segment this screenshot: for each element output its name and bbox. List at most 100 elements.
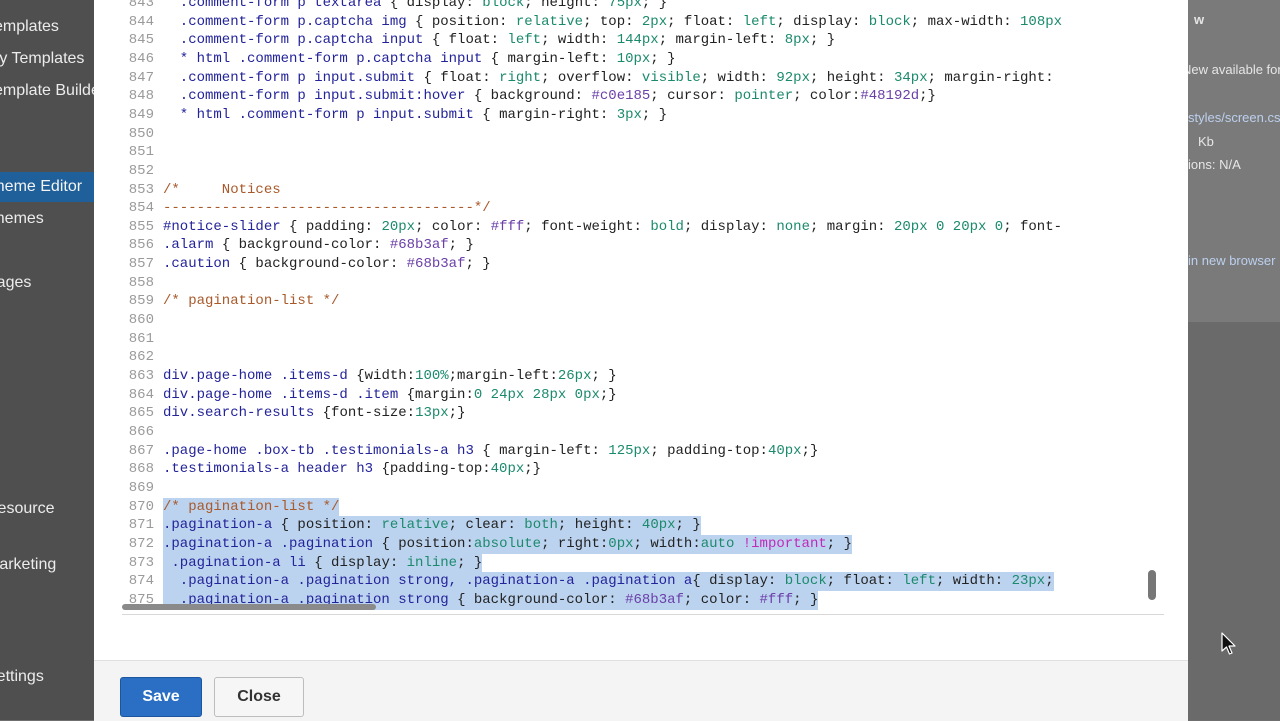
line-number: 863: [128, 368, 154, 384]
sidebar-item[interactable]: Templates: [0, 12, 94, 42]
line-number: 859: [128, 293, 154, 310]
code-line[interactable]: 859 /* pagination-list */: [122, 292, 1164, 311]
code-line[interactable]: 848 .comment-form p input.submit:hover {…: [122, 87, 1164, 106]
line-number: 861: [128, 330, 154, 347]
code-token: relative: [515, 13, 584, 30]
code-token: ; }: [641, 106, 668, 123]
code-line[interactable]: 861: [122, 330, 1164, 349]
code-line[interactable]: 857 .caution { background-color: #68b3af;…: [122, 255, 1164, 274]
code-line[interactable]: 854 -------------------------------------…: [122, 199, 1164, 218]
sidebar-item[interactable]: Resource: [0, 494, 94, 524]
code-line[interactable]: 874 .pagination-a .pagination strong, .p…: [122, 572, 1164, 592]
save-button[interactable]: Save: [120, 677, 202, 717]
code-token: !important: [742, 535, 827, 552]
sidebar-item[interactable]: [0, 236, 94, 266]
code-token: ; clear:: [448, 517, 525, 534]
code-line[interactable]: 867 .page-home .box-tb .testimonials-a h3…: [122, 442, 1164, 461]
code-token: ; }: [465, 256, 491, 273]
code-token: ; }: [826, 535, 852, 552]
modal-footer: Save Close: [94, 660, 1188, 721]
sidebar-item[interactable]: Marketing: [0, 550, 94, 580]
code-line[interactable]: 845 .comment-form p.captcha input { floa…: [122, 31, 1164, 50]
code-token: ; font-weight:: [524, 218, 651, 235]
line-number: 860: [128, 312, 154, 329]
code-text: .alarm { background-color: #68b3af; }: [163, 237, 474, 253]
code-text: .comment-form p input.submit { float: ri…: [163, 70, 1054, 86]
code-token: { background:: [473, 88, 592, 105]
line-number: 873: [128, 554, 154, 571]
code-line[interactable]: 865 div.search-results {font-size:13px;}: [122, 404, 1164, 423]
code-line[interactable]: 853 /* Notices: [122, 181, 1164, 200]
code-text: * html .comment-form p.captcha input { m…: [163, 51, 676, 67]
line-number: 858: [128, 274, 154, 291]
code-token: ; width:: [935, 573, 1012, 590]
code-token: * html .comment-form p input.submit: [163, 106, 483, 123]
sidebar-item[interactable]: Template Builders: [0, 76, 94, 106]
code-token: 100%: [415, 368, 449, 384]
horizontal-scrollbar[interactable]: [122, 602, 1164, 612]
code-line[interactable]: 850: [122, 125, 1164, 144]
code-line[interactable]: 852: [122, 162, 1164, 181]
code-line[interactable]: 872 .pagination-a .pagination { position:…: [122, 534, 1164, 554]
code-line[interactable]: 863 div.page-home .items-d {width:100%;ma…: [122, 367, 1164, 386]
code-line[interactable]: 844 .comment-form p.captcha img { positi…: [122, 13, 1164, 32]
code-line[interactable]: 870 /* pagination-list */: [122, 497, 1164, 517]
code-line[interactable]: 868 .testimonials-a header h3 {padding-to…: [122, 460, 1164, 479]
code-token: both: [524, 517, 558, 534]
code-token: {width:: [356, 368, 416, 384]
close-button[interactable]: Close: [214, 677, 304, 717]
code-token: 75px: [608, 0, 642, 11]
panel-text: New available for: [1188, 62, 1280, 77]
line-number: 874: [128, 573, 154, 590]
line-number: 851: [128, 144, 154, 161]
code-token: 34px: [893, 69, 928, 86]
code-token: div.page-home .items-d: [163, 368, 357, 384]
code-token: ; width:: [700, 69, 777, 86]
code-line[interactable]: 847 .comment-form p input.submit { float…: [122, 69, 1164, 88]
code-token: ; }: [809, 32, 836, 49]
code-line[interactable]: 846 * html .comment-form p.captcha input…: [122, 50, 1164, 69]
line-number: 853: [128, 181, 154, 198]
code-line[interactable]: 856 .alarm { background-color: #68b3af; }: [122, 236, 1164, 255]
code-line[interactable]: 860: [122, 311, 1164, 330]
sidebar-item[interactable]: [0, 140, 94, 170]
code-token: ; margin:: [809, 218, 894, 235]
panel-link[interactable]: styles/screen.css: [1188, 110, 1280, 125]
code-line[interactable]: 862: [122, 348, 1164, 367]
sidebar-item[interactable]: Settings: [0, 662, 94, 692]
code-line[interactable]: 843 .comment-form p textarea { display: …: [122, 0, 1164, 13]
code-line[interactable]: 873 .pagination-a li { display: inline; …: [122, 553, 1164, 573]
code-token: #68b3af: [389, 237, 449, 254]
code-token: { position:: [280, 517, 382, 534]
code-token: ; overflow:: [541, 69, 642, 86]
code-line[interactable]: 851: [122, 143, 1164, 162]
sidebar-item[interactable]: Theme Editor: [0, 172, 94, 202]
code-text: .pagination-a .pagination strong, .pagin…: [163, 573, 1054, 589]
horizontal-scrollbar-thumb[interactable]: [122, 604, 376, 610]
code-token: /* pagination-list */: [163, 498, 340, 515]
code-token: 40px: [490, 461, 525, 478]
admin-sidebar: TemplatesMy TemplatesTemplate Builders Th…: [0, 0, 94, 720]
code-line[interactable]: 858: [122, 274, 1164, 293]
code-line[interactable]: 866: [122, 423, 1164, 442]
code-token: ; width:: [633, 535, 701, 552]
code-line[interactable]: 849 * html .comment-form p input.submit …: [122, 106, 1164, 125]
sidebar-item[interactable]: My Templates: [0, 44, 94, 74]
line-number: 848: [128, 88, 154, 105]
code-line[interactable]: 855 #notice-slider { padding: 20px; color…: [122, 218, 1164, 237]
sidebar-item[interactable]: Pages: [0, 268, 94, 298]
code-editor[interactable]: 843 .comment-form p textarea { display: …: [122, 0, 1164, 615]
code-line[interactable]: 869: [122, 479, 1164, 498]
code-token: 20px: [381, 218, 416, 235]
code-token: 3px: [616, 106, 642, 123]
sidebar-item[interactable]: Themes: [0, 204, 94, 234]
code-token: ;}: [524, 461, 542, 478]
code-token: 0px: [608, 535, 634, 552]
code-token: ; height:: [524, 0, 609, 11]
vertical-scrollbar-thumb[interactable]: [1148, 570, 1156, 600]
code-token: .caution: [163, 256, 239, 273]
line-number: 855: [128, 218, 154, 235]
panel-link[interactable]: in new browser: [1188, 253, 1275, 268]
code-line[interactable]: 871 .pagination-a { position: relative; c…: [122, 516, 1164, 536]
code-line[interactable]: 864 div.page-home .items-d .item {margin:…: [122, 386, 1164, 405]
